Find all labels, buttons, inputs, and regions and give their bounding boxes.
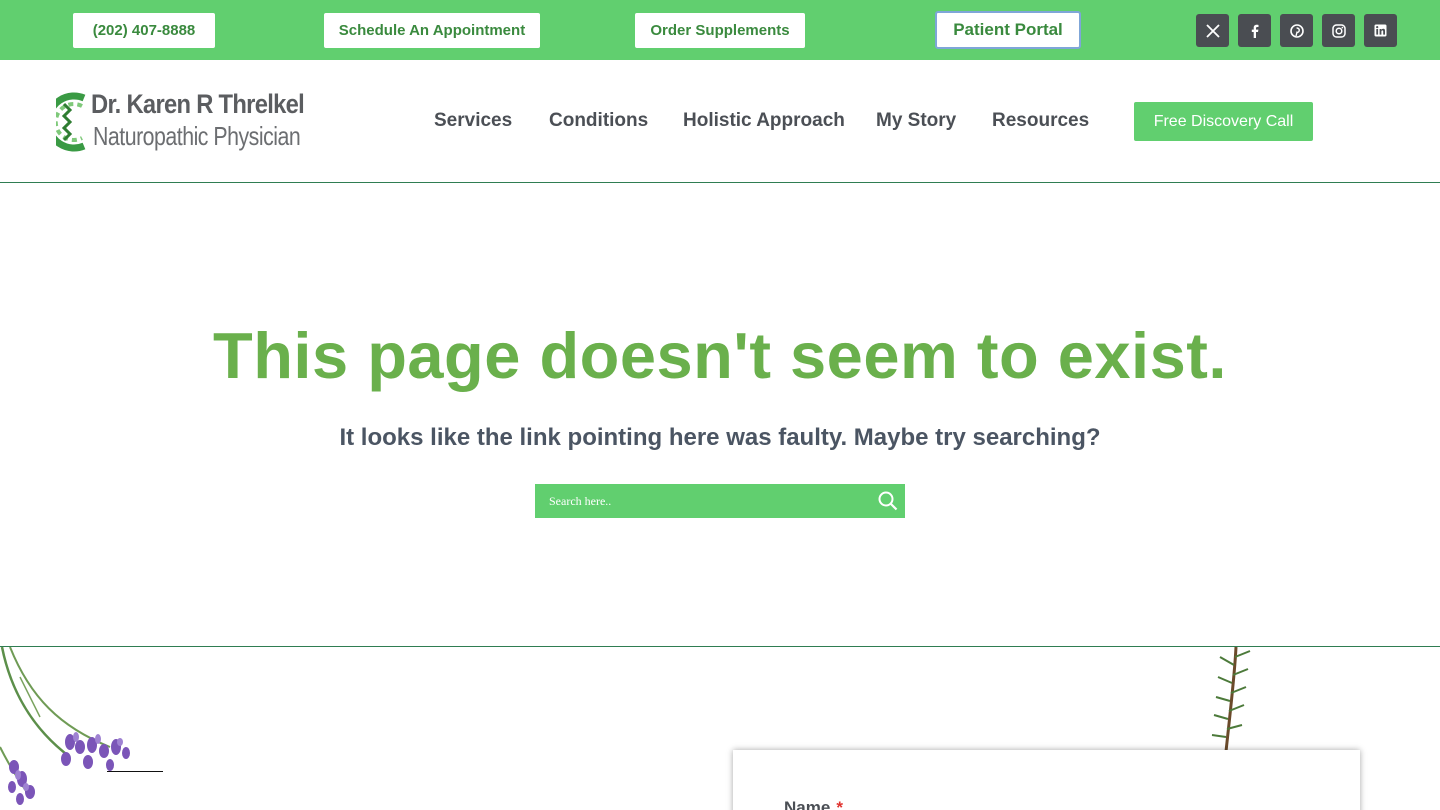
order-supplements-button[interactable]: Order Supplements bbox=[635, 13, 805, 48]
required-mark: * bbox=[836, 798, 843, 810]
logo-name: Dr. Karen R Threlkel bbox=[91, 89, 305, 119]
nav-services[interactable]: Services bbox=[434, 110, 512, 132]
name-label-text: Name bbox=[784, 798, 831, 810]
instagram-icon[interactable] bbox=[1322, 14, 1355, 47]
lavender-image bbox=[0, 647, 130, 805]
contact-form-card: Name * bbox=[733, 750, 1360, 810]
page-title: This page doesn't seem to exist. bbox=[213, 319, 1227, 392]
page-subtitle: It looks like the link pointing here was… bbox=[339, 424, 1101, 451]
top-bar: (202) 407-8888 Schedule An Appointment O… bbox=[0, 0, 1440, 60]
logo-mark-icon bbox=[56, 92, 86, 152]
x-icon[interactable] bbox=[1196, 14, 1229, 47]
schedule-appointment-button[interactable]: Schedule An Appointment bbox=[324, 13, 540, 48]
search-form bbox=[535, 484, 905, 518]
decorative-line bbox=[107, 771, 163, 772]
nav-my-story[interactable]: My Story bbox=[876, 110, 956, 132]
linkedin-icon[interactable] bbox=[1364, 14, 1397, 47]
site-header: Dr. Karen R Threlkel Naturopathic Physic… bbox=[0, 60, 1440, 183]
site-logo[interactable]: Dr. Karen R Threlkel Naturopathic Physic… bbox=[56, 89, 306, 153]
patient-portal-button[interactable]: Patient Portal bbox=[935, 11, 1081, 49]
search-icon[interactable] bbox=[878, 491, 898, 516]
free-discovery-call-button[interactable]: Free Discovery Call bbox=[1134, 102, 1313, 141]
logo-subtitle: Naturopathic Physician bbox=[93, 121, 301, 151]
pinterest-icon[interactable] bbox=[1280, 14, 1313, 47]
search-input[interactable] bbox=[535, 484, 865, 518]
facebook-icon[interactable] bbox=[1238, 14, 1271, 47]
phone-button[interactable]: (202) 407-8888 bbox=[73, 13, 215, 48]
name-field-label: Name * bbox=[784, 798, 843, 810]
nav-conditions[interactable]: Conditions bbox=[549, 110, 648, 132]
nav-holistic-approach[interactable]: Holistic Approach bbox=[683, 110, 845, 132]
nav-resources[interactable]: Resources bbox=[992, 110, 1089, 132]
